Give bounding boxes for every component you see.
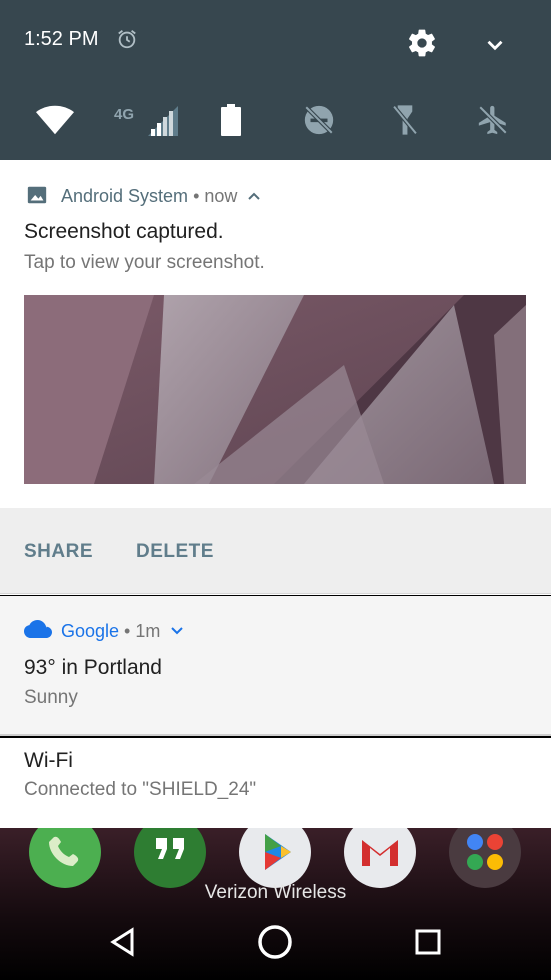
notification-header: Android System • now	[61, 186, 262, 207]
chevron-up-icon[interactable]	[246, 190, 262, 202]
status-time: 1:52 PM	[24, 28, 99, 50]
qs-tile-wifi[interactable]	[30, 92, 80, 148]
share-button[interactable]: SHARE	[24, 541, 93, 563]
notification-title: 93° in Portland	[24, 656, 162, 679]
quick-settings-shade: 1:52 PM 4G	[0, 0, 551, 160]
image-icon	[26, 184, 48, 206]
recents-button[interactable]	[408, 922, 448, 962]
gmail-icon[interactable]	[344, 828, 416, 888]
dnd-off-icon	[304, 105, 334, 135]
quick-settings-row: 4G	[0, 92, 551, 148]
recents-icon	[415, 929, 441, 955]
cell-signal-icon: 4G	[114, 106, 178, 136]
qs-tile-cellular[interactable]: 4G	[112, 92, 182, 148]
cloud-icon	[24, 620, 52, 640]
notification-title: Wi-Fi	[24, 749, 73, 772]
cellular-label: 4G	[114, 106, 134, 123]
gear-icon[interactable]	[406, 27, 438, 59]
screenshot-preview[interactable]	[24, 295, 526, 484]
notification-text: Connected to "SHIELD_24"	[24, 779, 257, 800]
chevron-down-icon[interactable]	[169, 625, 185, 637]
flashlight-off-icon	[392, 105, 418, 135]
notification-header: Google • 1m	[61, 621, 185, 642]
wifi-icon	[36, 105, 74, 135]
qs-tile-do-not-disturb[interactable]	[294, 92, 344, 148]
notification-title: Screenshot captured.	[24, 220, 224, 243]
status-row: 1:52 PM	[0, 0, 551, 82]
alarm-clock-icon	[116, 28, 138, 50]
app-name: Android System	[61, 186, 189, 206]
notification-text: Tap to view your screenshot.	[24, 252, 265, 273]
play-store-icon[interactable]	[239, 828, 311, 888]
header-separator: •	[188, 186, 205, 206]
home-screen: Verizon Wireless	[0, 828, 551, 980]
notification-wifi[interactable]: Wi-Fi Connected to "SHIELD_24"	[0, 738, 551, 828]
chevron-down-icon[interactable]	[482, 32, 508, 58]
notification-actions: SHARE DELETE	[0, 508, 551, 594]
phone-icon[interactable]	[29, 828, 101, 888]
header-separator: •	[119, 621, 136, 641]
notification-time: 1m	[135, 621, 161, 641]
app-name: Google	[61, 621, 120, 641]
hangouts-icon[interactable]	[134, 828, 206, 888]
airplane-off-icon	[478, 105, 508, 135]
home-icon	[258, 925, 292, 959]
qs-tile-flashlight[interactable]	[380, 92, 430, 148]
battery-icon	[221, 104, 241, 136]
qs-tile-airplane-mode[interactable]	[468, 92, 518, 148]
delete-button[interactable]: DELETE	[136, 541, 214, 563]
back-icon	[110, 927, 134, 957]
notification-text: Sunny	[24, 687, 78, 708]
home-button[interactable]	[255, 922, 295, 962]
qs-tile-battery[interactable]	[206, 92, 256, 148]
notification-weather[interactable]: Google • 1m 93° in Portland Sunny	[0, 596, 551, 736]
google-apps-folder-icon[interactable]	[449, 828, 521, 888]
notification-time: now	[204, 186, 238, 206]
notification-screenshot[interactable]: Android System • now Screenshot captured…	[0, 160, 551, 595]
carrier-label: Verizon Wireless	[204, 882, 347, 903]
back-button[interactable]	[103, 922, 143, 962]
